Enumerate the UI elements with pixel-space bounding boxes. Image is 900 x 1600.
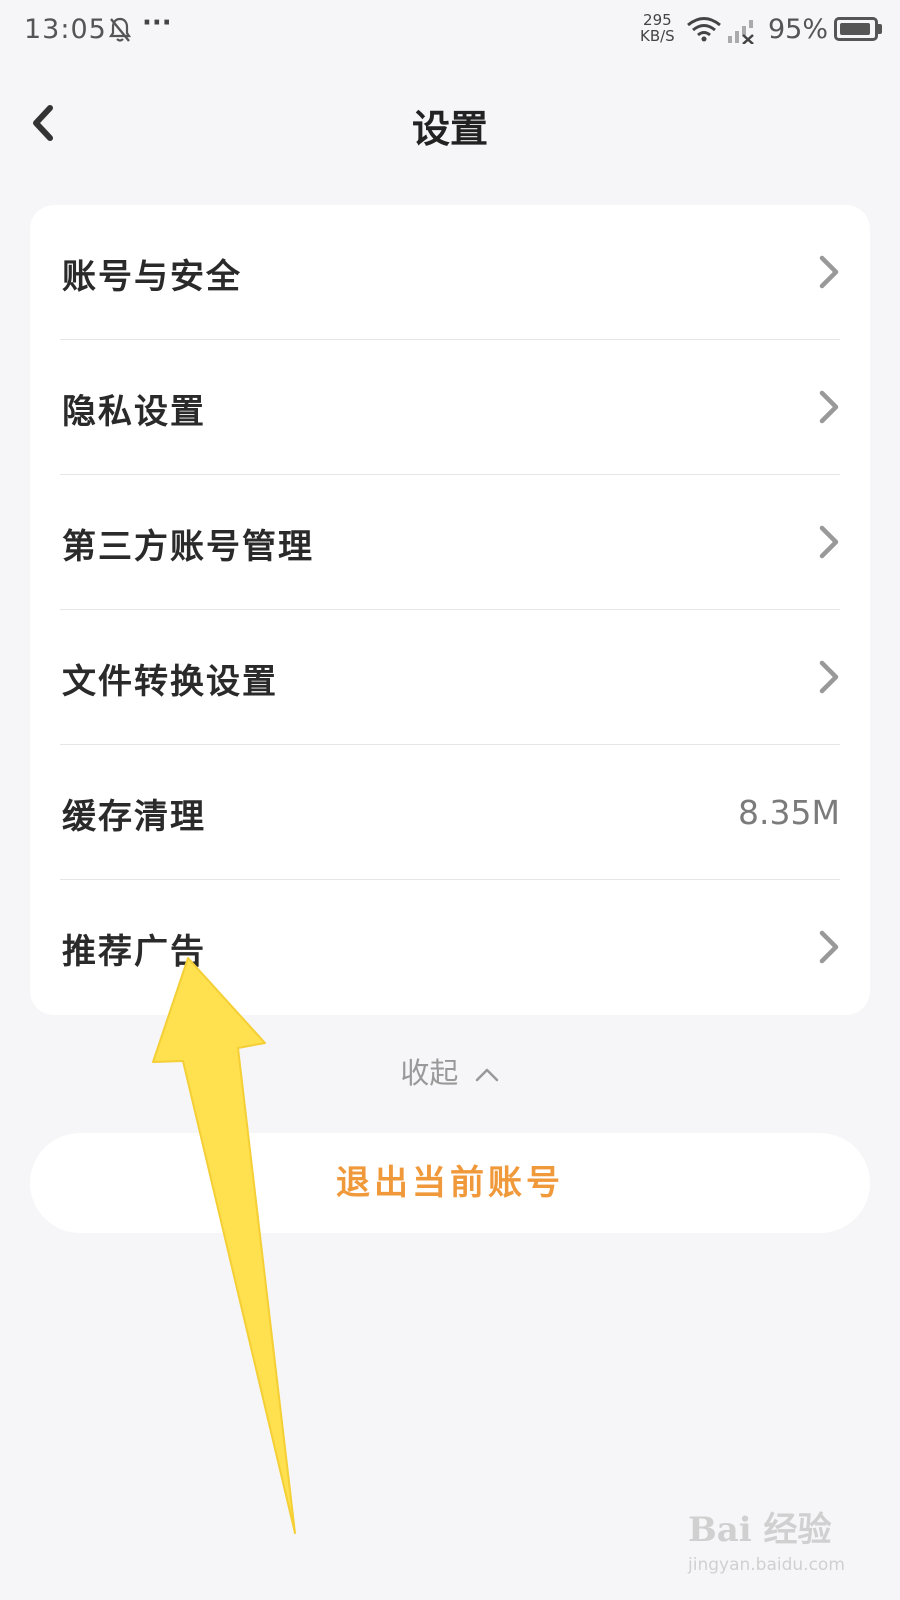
settings-row[interactable]: 文件转换设置 xyxy=(30,610,870,745)
network-speed-unit: KB/S xyxy=(640,27,675,45)
more-icon: ··· xyxy=(142,8,172,38)
settings-row-label: 账号与安全 xyxy=(62,257,242,297)
status-bar: 13:05 ··· 295 KB/S 95% xyxy=(0,0,900,64)
battery-fill xyxy=(840,23,871,35)
settings-row[interactable]: 账号与安全 xyxy=(30,205,870,340)
watermark-url: jingyan.baidu.com xyxy=(688,1555,845,1575)
chevron-right-icon xyxy=(816,522,842,566)
chevron-right-icon xyxy=(816,252,842,296)
page-title: 设置 xyxy=(411,106,488,151)
settings-row-label: 文件转换设置 xyxy=(62,662,278,702)
settings-row-label: 缓存清理 xyxy=(62,797,206,837)
watermark-logo: Bai 经验 xyxy=(688,1510,832,1550)
network-speed: 295 KB/S xyxy=(640,12,675,44)
chevron-right-icon xyxy=(816,387,842,431)
settings-row-value: 8.35M xyxy=(738,793,840,832)
chevron-right-icon xyxy=(816,927,842,971)
settings-row[interactable]: 缓存清理 8.35M xyxy=(30,745,870,880)
chevron-up-icon xyxy=(475,1068,498,1082)
bell-off-icon xyxy=(108,16,132,48)
logout-button[interactable]: 退出当前账号 xyxy=(30,1133,870,1233)
settings-card: 账号与安全隐私设置第三方账号管理 文件转换设置 缓存清理 8.35M 推荐广告 xyxy=(30,205,870,1015)
battery-percent: 95% xyxy=(768,14,829,45)
settings-row[interactable]: 隐私设置 xyxy=(30,340,870,475)
wifi-icon xyxy=(686,16,722,46)
settings-row-label: 推荐广告 xyxy=(62,932,206,972)
network-speed-value: 295 xyxy=(643,11,672,29)
settings-row-label: 隐私设置 xyxy=(62,392,206,432)
header: 设置 xyxy=(0,90,900,160)
watermark: Bai 经验 jingyan.baidu.com xyxy=(688,1502,845,1575)
battery-icon xyxy=(834,17,878,41)
settings-row[interactable]: 第三方账号管理 xyxy=(30,475,870,610)
battery-tip xyxy=(878,24,882,34)
settings-row[interactable]: 推荐广告 xyxy=(30,880,870,1015)
collapse-button[interactable]: 收起 xyxy=(0,1050,900,1092)
signal-off-icon xyxy=(727,18,757,48)
status-time: 13:05 xyxy=(24,14,107,45)
collapse-label: 收起 xyxy=(400,1056,459,1090)
chevron-right-icon xyxy=(816,657,842,701)
settings-row-label: 第三方账号管理 xyxy=(62,527,314,567)
